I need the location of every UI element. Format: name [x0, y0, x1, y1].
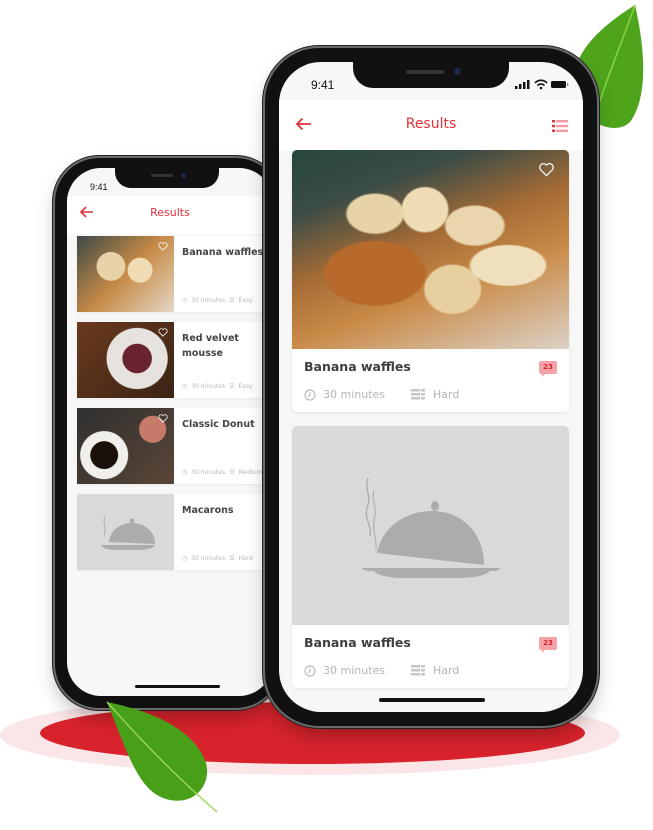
- cloche-placeholder: [292, 426, 569, 625]
- home-indicator: [135, 685, 220, 688]
- status-time: 9:41: [311, 78, 335, 92]
- clock-icon: ◷: [182, 297, 188, 304]
- list-view-icon[interactable]: [552, 120, 568, 132]
- recipe-card[interactable]: Banana waffles 23 30 minutes Hard: [292, 426, 569, 688]
- item-time: 30 minutes: [191, 383, 226, 390]
- nav-bar: Results: [67, 196, 273, 234]
- item-title: Banana waffles: [182, 247, 264, 258]
- wifi-icon: [534, 79, 548, 87]
- card-time: 30 minutes: [323, 664, 386, 677]
- promo-stage: 9:41 Results Banana waffles ◷ 30 minutes: [0, 0, 653, 830]
- card-title: Banana waffles: [304, 359, 411, 374]
- card-difficulty: Hard: [433, 388, 460, 401]
- item-difficulty: Medium: [238, 469, 263, 476]
- back-phone: 9:41 Results Banana waffles ◷ 30 minutes: [55, 158, 280, 708]
- clock-icon: [304, 664, 316, 677]
- banana-waffles-photo: [77, 236, 174, 312]
- card-title: Banana waffles: [304, 635, 411, 650]
- front-phone-screen: 9:41 Results Banana waffles 23 30 minute…: [279, 62, 583, 712]
- list-item[interactable]: Banana waffles ◷ 30 minutes ☰ Easy: [77, 236, 273, 312]
- clock-icon: ◷: [182, 469, 188, 476]
- difficulty-icon: ☰: [229, 469, 235, 476]
- recipe-card[interactable]: Banana waffles 23 30 minutes Hard: [292, 150, 569, 412]
- status-time: 9:41: [90, 182, 108, 192]
- difficulty-icon: ☰: [229, 297, 235, 304]
- card-difficulty: Hard: [433, 664, 460, 677]
- item-difficulty: Hard: [238, 555, 253, 562]
- battery-icon: [551, 81, 566, 88]
- banana-waffles-photo: [292, 150, 569, 349]
- cloche-icon: [362, 478, 500, 578]
- list-item[interactable]: Macarons ◷ 30 minutes ☰ Hard: [77, 494, 273, 570]
- back-phone-screen: 9:41 Results Banana waffles ◷ 30 minutes: [67, 168, 273, 696]
- signal-icon: [515, 80, 530, 89]
- item-title: Classic Donut: [182, 419, 255, 430]
- heart-outline-icon[interactable]: [158, 242, 168, 251]
- front-phone: 9:41 Results Banana waffles 23 30 minute…: [265, 48, 597, 726]
- notch: [115, 168, 219, 188]
- item-time: 30 minutes: [191, 297, 226, 304]
- comment-count-badge: 23: [539, 637, 557, 653]
- clock-icon: ◷: [182, 555, 188, 562]
- page-title: Results: [150, 206, 190, 219]
- card-time: 30 minutes: [323, 388, 386, 401]
- item-difficulty: Easy: [238, 297, 253, 304]
- item-time: 30 minutes: [191, 555, 226, 562]
- list-item[interactable]: Classic Donut ◷ 30 minutes ☰ Medium: [77, 408, 273, 484]
- difficulty-icon: ☰: [229, 383, 235, 390]
- nav-bar: Results: [279, 100, 583, 150]
- cloche-placeholder: [77, 494, 174, 570]
- leaf-bottom: [106, 701, 218, 813]
- clock-icon: ◷: [182, 383, 188, 390]
- comment-count-badge: 23: [539, 361, 557, 377]
- status-icons: [515, 79, 569, 90]
- difficulty-icon: [411, 389, 426, 400]
- donut-coffee-photo: [77, 408, 174, 484]
- heart-outline-icon[interactable]: [538, 162, 555, 177]
- item-time: 30 minutes: [191, 469, 226, 476]
- item-difficulty: Easy: [238, 383, 253, 390]
- clock-icon: [304, 388, 316, 401]
- heart-outline-icon[interactable]: [158, 414, 168, 423]
- red-velvet-mousse-photo: [77, 322, 174, 398]
- item-title: Red velvet mousse: [182, 333, 239, 359]
- difficulty-icon: ☰: [229, 555, 235, 562]
- cloche-icon: [101, 515, 156, 550]
- page-title: Results: [405, 116, 457, 132]
- list-item[interactable]: Red velvet mousse ◷ 30 minutes ☰ Easy: [77, 322, 273, 398]
- difficulty-icon: [411, 665, 426, 676]
- notch: [353, 62, 509, 88]
- item-title: Macarons: [182, 505, 234, 516]
- heart-outline-icon[interactable]: [158, 328, 168, 337]
- home-indicator: [379, 698, 485, 702]
